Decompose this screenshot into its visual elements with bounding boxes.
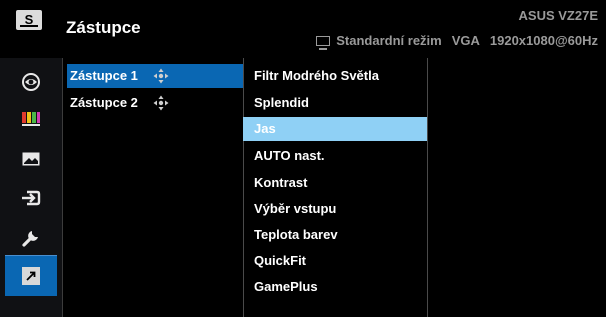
option-item[interactable]: GamePlus: [243, 275, 427, 299]
shortcut-item-1[interactable]: Zástupce 1: [67, 64, 243, 88]
option-item[interactable]: AUTO nast.: [243, 144, 427, 168]
sidebar-item-color[interactable]: [5, 99, 57, 139]
osd-menu: S Zástupce ASUS VZ27E Standardní režim V…: [0, 0, 606, 317]
sidebar-item-system[interactable]: [5, 218, 57, 258]
sidebar-item-input[interactable]: [5, 178, 57, 218]
option-item[interactable]: Výběr vstupu: [243, 197, 427, 221]
mode-text: Standardní režim: [336, 33, 442, 48]
input-text: VGA: [451, 33, 480, 48]
shortcut-list: Zástupce 1 Zástupce 2: [63, 58, 244, 317]
shortcut-icon-box: [22, 267, 40, 285]
color-bars-icon: [22, 112, 40, 126]
shortcut-arrow-icon: [26, 271, 36, 281]
osd-header: S Zástupce ASUS VZ27E Standardní režim V…: [0, 0, 606, 58]
monitor-model: ASUS VZ27E: [518, 8, 598, 23]
status-line: Standardní režim VGA 1920x1080@60Hz: [316, 33, 598, 50]
option-item[interactable]: Filtr Modrého Světla: [243, 64, 427, 88]
eye-icon: [22, 73, 40, 91]
sidebar-item-shortcut[interactable]: [5, 255, 57, 296]
option-item-selected[interactable]: Jas: [243, 117, 427, 141]
image-icon: [22, 152, 40, 166]
shortcut-item-label: Zástupce 1: [70, 68, 138, 83]
option-item[interactable]: QuickFit: [243, 249, 427, 273]
wrench-icon: [22, 231, 38, 247]
sidebar-item-image[interactable]: [5, 139, 57, 179]
option-item[interactable]: Kontrast: [243, 171, 427, 195]
sidebar: [0, 58, 63, 317]
page-title: Zástupce: [66, 18, 141, 37]
option-item[interactable]: Splendid: [243, 91, 427, 115]
dpad-icon: [153, 68, 169, 84]
sidebar-item-bluelight[interactable]: [5, 62, 57, 102]
option-list: Filtr Modrého Světla Splendid Jas AUTO n…: [243, 58, 428, 317]
asus-s-logo: S: [16, 10, 42, 30]
monitor-icon: [316, 35, 331, 50]
input-icon: [22, 190, 41, 206]
shortcut-item-2[interactable]: Zástupce 2: [67, 91, 243, 115]
shortcut-item-label: Zástupce 2: [70, 95, 138, 110]
detail-panel: [428, 58, 606, 317]
resolution-text: 1920x1080@60Hz: [489, 33, 598, 48]
dpad-icon: [153, 95, 169, 111]
option-item[interactable]: Teplota barev: [243, 223, 427, 247]
